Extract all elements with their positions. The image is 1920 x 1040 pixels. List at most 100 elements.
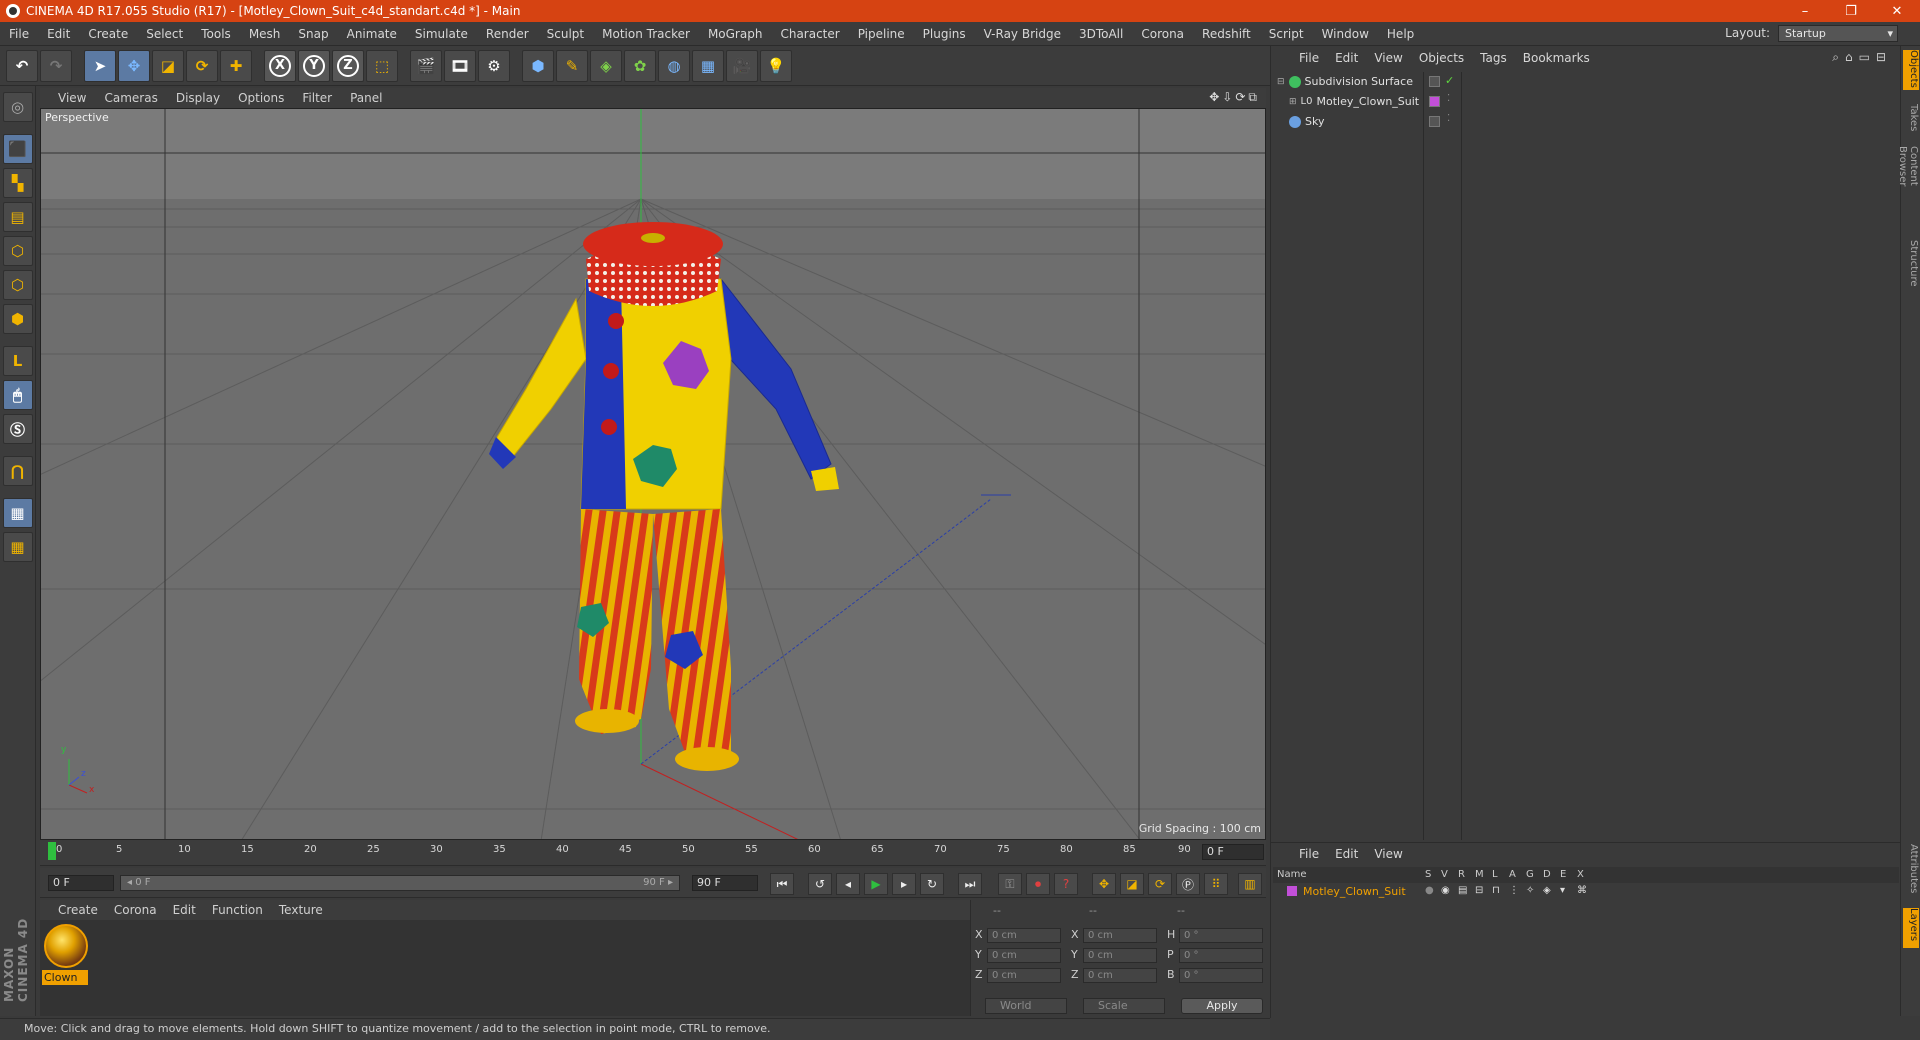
add-deformer-button[interactable]: ◍ — [658, 49, 690, 82]
material-preview-swatch[interactable] — [44, 924, 88, 968]
lock-icon[interactable]: ⊓ — [1492, 885, 1500, 896]
rotation-b-field[interactable]: 0 ° — [1179, 968, 1263, 983]
coordinate-mode-dropdown[interactable]: World — [985, 998, 1067, 1014]
go-to-start-button[interactable]: ⏮ — [770, 873, 794, 895]
move-tool-button[interactable]: ✥ — [118, 49, 150, 82]
menu-help[interactable]: Help — [1378, 27, 1423, 41]
generator-icon[interactable]: ✧ — [1526, 885, 1534, 896]
points-mode-button[interactable]: ⬡ — [2, 236, 33, 266]
menu-script[interactable]: Script — [1260, 27, 1313, 41]
current-frame-field[interactable]: 0 F — [1202, 844, 1264, 860]
menu-tools[interactable]: Tools — [192, 27, 240, 41]
expression-icon[interactable]: ▾ — [1560, 885, 1565, 896]
frame-ruler[interactable]: 0 5 10 15 20 25 30 35 40 45 50 55 60 65 … — [48, 842, 1191, 862]
record-pla-button[interactable]: ⠿ — [1204, 873, 1228, 895]
eye-icon[interactable]: ◉ — [1441, 885, 1450, 896]
menu-window[interactable]: Window — [1313, 27, 1378, 41]
size-y-field[interactable]: 0 cm — [1083, 948, 1157, 963]
start-frame-field[interactable]: 0 F — [48, 875, 114, 891]
object-row-motley-clown-suit[interactable]: ⊞ L0 Motley_Clown_Suit ⁚ — [1273, 92, 1899, 111]
viewport-navigation-icons[interactable]: ✥⇩⟳⧉ — [1209, 90, 1260, 105]
menu-character[interactable]: Character — [771, 27, 848, 41]
x-axis-lock-button[interactable]: X — [264, 49, 296, 82]
make-editable-button[interactable]: ◎ — [2, 92, 33, 122]
material-menu-corona[interactable]: Corona — [106, 903, 165, 917]
transform-mode-dropdown[interactable]: Scale — [1083, 998, 1165, 1014]
tab-objects[interactable]: Objects — [1903, 50, 1919, 90]
material-menu-edit[interactable]: Edit — [165, 903, 204, 917]
previous-frame-button[interactable]: ◂ — [836, 873, 860, 895]
object-row-subdivision-surface[interactable]: ⊟ Subdivision Surface ✓ — [1273, 72, 1899, 91]
expand-panel-icon[interactable]: ⊟ — [1876, 50, 1892, 64]
objects-menu-file[interactable]: File — [1291, 51, 1327, 65]
tab-structure[interactable]: Structure — [1903, 240, 1919, 290]
position-x-field[interactable]: 0 cm — [987, 928, 1061, 943]
viewport-menu-panel[interactable]: Panel — [342, 91, 390, 105]
objects-menu-view[interactable]: View — [1366, 51, 1410, 65]
menu-render[interactable]: Render — [477, 27, 538, 41]
timeline-ruler[interactable]: 0 5 10 15 20 25 30 35 40 45 50 55 60 65 … — [40, 840, 1266, 866]
tab-layers[interactable]: Layers — [1903, 908, 1919, 948]
previous-key-button[interactable]: ↺ — [808, 873, 832, 895]
planar-workplane-button[interactable]: ▦ — [2, 532, 33, 562]
tab-content-browser[interactable]: Content Browser — [1897, 146, 1919, 226]
edges-mode-button[interactable]: ⬡ — [2, 270, 33, 300]
z-axis-lock-button[interactable]: Z — [332, 49, 364, 82]
add-pen-spline-button[interactable]: ✎ — [556, 49, 588, 82]
texture-mode-button[interactable]: ▚ — [2, 168, 33, 198]
menu-sculpt[interactable]: Sculpt — [538, 27, 593, 41]
timeline-window-button[interactable]: ▥ — [1238, 873, 1262, 895]
polygons-mode-button[interactable]: ⬢ — [2, 304, 33, 334]
material-menu-function[interactable]: Function — [204, 903, 271, 917]
viewport-menu-display[interactable]: Display — [168, 91, 228, 105]
playhead-marker[interactable] — [48, 842, 56, 860]
viewport-menu-filter[interactable]: Filter — [294, 91, 340, 105]
record-position-button[interactable]: ✥ — [1092, 873, 1116, 895]
material-menu-texture[interactable]: Texture — [271, 903, 331, 917]
search-icon[interactable]: ⌕ — [1832, 50, 1845, 64]
coordinate-system-button[interactable]: ⬚ — [366, 49, 398, 82]
add-cloner-button[interactable]: ✿ — [624, 49, 656, 82]
rotate-tool-button[interactable]: ⟳ — [186, 49, 218, 82]
material-manager-area[interactable]: Clown — [40, 920, 970, 1016]
undo-button[interactable]: ↶ — [6, 49, 38, 82]
menu-edit[interactable]: Edit — [38, 27, 79, 41]
last-tool-button[interactable]: ✚ — [220, 49, 252, 82]
scale-tool-button[interactable]: ◪ — [152, 49, 184, 82]
menu-redshift[interactable]: Redshift — [1193, 27, 1260, 41]
menu-file[interactable]: File — [0, 27, 38, 41]
record-keys-button[interactable]: ⚿ — [998, 873, 1022, 895]
collapse-icon[interactable]: ⊟ — [1277, 77, 1285, 87]
add-light-button[interactable]: 💡 — [760, 49, 792, 82]
material-menu-create[interactable]: Create — [50, 903, 106, 917]
menu-snap[interactable]: Snap — [289, 27, 337, 41]
record-rotation-button[interactable]: ⟳ — [1148, 873, 1172, 895]
record-scale-button[interactable]: ◪ — [1120, 873, 1144, 895]
menu-create[interactable]: Create — [79, 27, 137, 41]
home-icon[interactable]: ⌂ — [1845, 50, 1859, 64]
axis-mode-button[interactable]: L — [2, 346, 33, 376]
layout-dropdown[interactable]: Startup — [1778, 25, 1898, 42]
object-row-sky[interactable]: Sky ⁚ — [1273, 112, 1899, 131]
layer-color-swatch[interactable] — [1287, 886, 1297, 896]
menu-corona[interactable]: Corona — [1132, 27, 1193, 41]
add-camera-button[interactable]: 🎥 — [726, 49, 758, 82]
object-name[interactable]: Sky — [1305, 115, 1324, 128]
layer-color-swatch[interactable] — [1429, 96, 1440, 107]
render-picture-viewer-button[interactable]: 🎞 — [444, 49, 476, 82]
layers-menu-view[interactable]: View — [1366, 847, 1410, 861]
editor-visibility-toggle[interactable] — [1429, 76, 1440, 87]
next-key-button[interactable]: ↻ — [920, 873, 944, 895]
menu-mesh[interactable]: Mesh — [240, 27, 290, 41]
object-list[interactable]: ⊟ Subdivision Surface ✓ ⊞ L0 Motley_Clow… — [1273, 72, 1899, 840]
editor-visibility-toggle[interactable] — [1429, 116, 1440, 127]
menu-plugins[interactable]: Plugins — [914, 27, 975, 41]
menu-vray-bridge[interactable]: V-Ray Bridge — [975, 27, 1070, 41]
xref-icon[interactable]: ⌘ — [1577, 885, 1587, 896]
model-mode-button[interactable]: ⬛ — [2, 134, 33, 164]
enabled-check-icon[interactable]: ✓ — [1445, 74, 1454, 87]
layer-name[interactable]: Motley_Clown_Suit — [1303, 885, 1406, 898]
workplane-mode-button[interactable]: ▤ — [2, 202, 33, 232]
render-clapper-icon[interactable]: ▤ — [1458, 885, 1467, 896]
close-button[interactable]: ✕ — [1874, 0, 1920, 22]
